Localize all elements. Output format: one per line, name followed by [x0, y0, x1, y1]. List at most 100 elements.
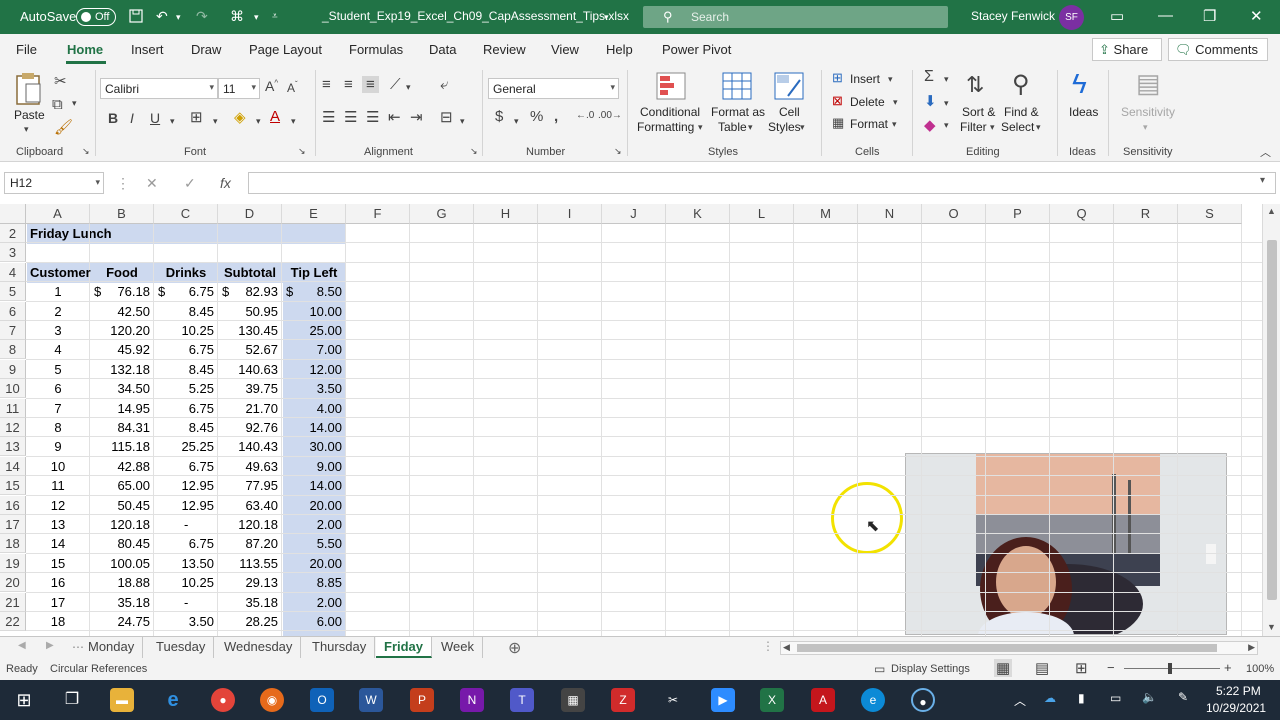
table-cell[interactable]: 28.25: [218, 612, 282, 631]
horizontal-scroll-thumb[interactable]: [797, 644, 1217, 652]
number-launcher-icon[interactable]: ↘: [614, 146, 622, 157]
table-cell[interactable]: 35.18: [90, 593, 154, 612]
filename-dropdown-icon[interactable]: ▾: [604, 12, 609, 23]
table-cell[interactable]: 3.50: [154, 612, 218, 631]
row-header-9[interactable]: 9: [0, 359, 26, 379]
row-header-19[interactable]: 19: [0, 553, 26, 573]
table-cell[interactable]: 42.88: [90, 457, 154, 476]
scroll-up-icon[interactable]: ▲: [1267, 206, 1276, 216]
sensitivity-icon[interactable]: ▤: [1136, 68, 1161, 99]
table-cell[interactable]: 10: [26, 457, 90, 476]
scroll-down-icon[interactable]: ▼: [1267, 622, 1276, 632]
teams-icon[interactable]: T: [510, 688, 534, 712]
row-header-21[interactable]: 21: [0, 592, 26, 612]
table-cell[interactable]: 2: [26, 302, 90, 321]
align-right-icon[interactable]: ☰: [366, 108, 379, 126]
row-header-17[interactable]: 17: [0, 515, 26, 534]
table-cell[interactable]: 4: [26, 340, 90, 359]
column-header-c[interactable]: C: [154, 204, 218, 224]
table-cell[interactable]: 8: [26, 418, 90, 437]
customize-toolbar-icon[interactable]: ⩡: [272, 11, 278, 22]
sensitivity-label[interactable]: Sensitivity: [1121, 105, 1175, 119]
zoom-slider-thumb[interactable]: [1168, 663, 1172, 674]
scroll-left-icon[interactable]: ◀: [783, 642, 790, 653]
pen-icon[interactable]: ✎: [1178, 690, 1188, 704]
insert-cells-label[interactable]: Insert: [850, 72, 880, 86]
table-cell[interactable]: 25.00: [282, 321, 346, 340]
internet-explorer-icon[interactable]: e: [161, 688, 185, 712]
sort-filter-label-2[interactable]: Filter: [960, 120, 987, 134]
page-break-view-icon[interactable]: ⊞: [1075, 659, 1088, 677]
sort-filter-icon[interactable]: ⇅: [966, 72, 984, 98]
tab-view[interactable]: View: [551, 42, 579, 57]
delete-dropdown-icon[interactable]: ▾: [893, 97, 898, 108]
tab-draw[interactable]: Draw: [191, 42, 221, 57]
table-cell[interactable]: 120.18: [90, 515, 154, 534]
select-all-corner[interactable]: [0, 204, 26, 224]
avatar[interactable]: SF: [1059, 5, 1084, 30]
paste-dropdown-icon[interactable]: ▾: [24, 124, 29, 135]
tab-insert[interactable]: Insert: [131, 42, 164, 57]
fill-dropdown-icon[interactable]: ▾: [256, 116, 261, 127]
font-launcher-icon[interactable]: ↘: [298, 146, 306, 157]
row-header-13[interactable]: 13: [0, 437, 26, 457]
minimize-icon[interactable]: —: [1158, 7, 1173, 24]
table-cell[interactable]: 39.75: [218, 379, 282, 398]
add-sheet-icon[interactable]: ⊕: [508, 638, 521, 658]
clock-time[interactable]: 5:22 PM: [1216, 684, 1261, 698]
table-cell[interactable]: 50.45: [90, 496, 154, 515]
row-header-7[interactable]: 7: [0, 321, 26, 340]
row-header-20[interactable]: 20: [0, 573, 26, 593]
table-cell[interactable]: -: [154, 593, 218, 612]
edge-icon[interactable]: e: [861, 688, 885, 712]
show-hidden-icons-icon[interactable]: ︿: [1014, 692, 1026, 709]
table-cell[interactable]: 3: [26, 321, 90, 340]
zoom-level[interactable]: 100%: [1246, 663, 1274, 675]
tab-file[interactable]: File: [16, 42, 37, 57]
table-cell[interactable]: 115.18: [90, 437, 154, 456]
table-cell[interactable]: 77.95: [218, 476, 282, 495]
header-cell[interactable]: Customer: [26, 263, 91, 282]
table-cell[interactable]: 120.20: [90, 321, 154, 340]
clear-dropdown-icon[interactable]: ▾: [944, 120, 949, 131]
sheet-tab-thursday[interactable]: Thursday: [304, 637, 376, 658]
zoom-in-icon[interactable]: +: [1224, 660, 1232, 675]
sheet-tab-monday[interactable]: Monday: [80, 637, 144, 658]
table-cell[interactable]: 3.50: [282, 379, 346, 398]
onedrive-icon[interactable]: ☁: [1044, 691, 1056, 705]
table-cell[interactable]: 14.00: [282, 476, 346, 495]
table-cell[interactable]: 8.45: [154, 418, 218, 437]
row-header-5[interactable]: 5: [0, 282, 26, 302]
decrease-font-icon[interactable]: Aˇ: [287, 80, 298, 95]
orientation-dropdown-icon[interactable]: ▾: [406, 82, 411, 93]
table-cell[interactable]: 140.43: [218, 437, 282, 456]
format-painter-icon[interactable]: 🖌: [54, 118, 73, 136]
table-cell[interactable]: 84.31: [90, 418, 154, 437]
zoom-slider[interactable]: [1124, 668, 1220, 669]
table-cell[interactable]: 13: [26, 515, 90, 534]
page-layout-view-icon[interactable]: ▤: [1035, 659, 1049, 677]
onenote-icon[interactable]: N: [460, 688, 484, 712]
table-cell[interactable]: 18: [26, 612, 90, 631]
paste-icon[interactable]: [14, 72, 44, 110]
clipboard-launcher-icon[interactable]: ↘: [82, 146, 90, 157]
table-cell[interactable]: 12.00: [282, 360, 346, 379]
close-icon[interactable]: ✕: [1250, 7, 1263, 25]
table-cell[interactable]: 4.00: [282, 399, 346, 418]
increase-indent-icon[interactable]: ⇥: [410, 108, 423, 126]
tab-power-pivot[interactable]: Power Pivot: [662, 42, 731, 57]
align-bottom-icon[interactable]: ≡: [362, 76, 379, 93]
table-cell[interactable]: 5: [26, 360, 90, 379]
table-cell[interactable]: 20.00: [282, 496, 346, 515]
align-center-icon[interactable]: ☰: [344, 108, 357, 126]
fill-dropdown-icon[interactable]: ▾: [944, 98, 949, 109]
column-header-b[interactable]: B: [90, 204, 154, 224]
firefox-icon[interactable]: ◉: [260, 688, 284, 712]
table-cell[interactable]: 52.67: [218, 340, 282, 359]
task-view-icon[interactable]: ❐: [60, 688, 84, 712]
row-header-10[interactable]: 10: [0, 379, 26, 399]
merge-center-icon[interactable]: ⊟: [440, 108, 453, 126]
format-as-table-label-2[interactable]: Table: [718, 120, 747, 134]
zoom-out-icon[interactable]: −: [1107, 660, 1115, 675]
delete-cells-label[interactable]: Delete: [850, 95, 885, 109]
